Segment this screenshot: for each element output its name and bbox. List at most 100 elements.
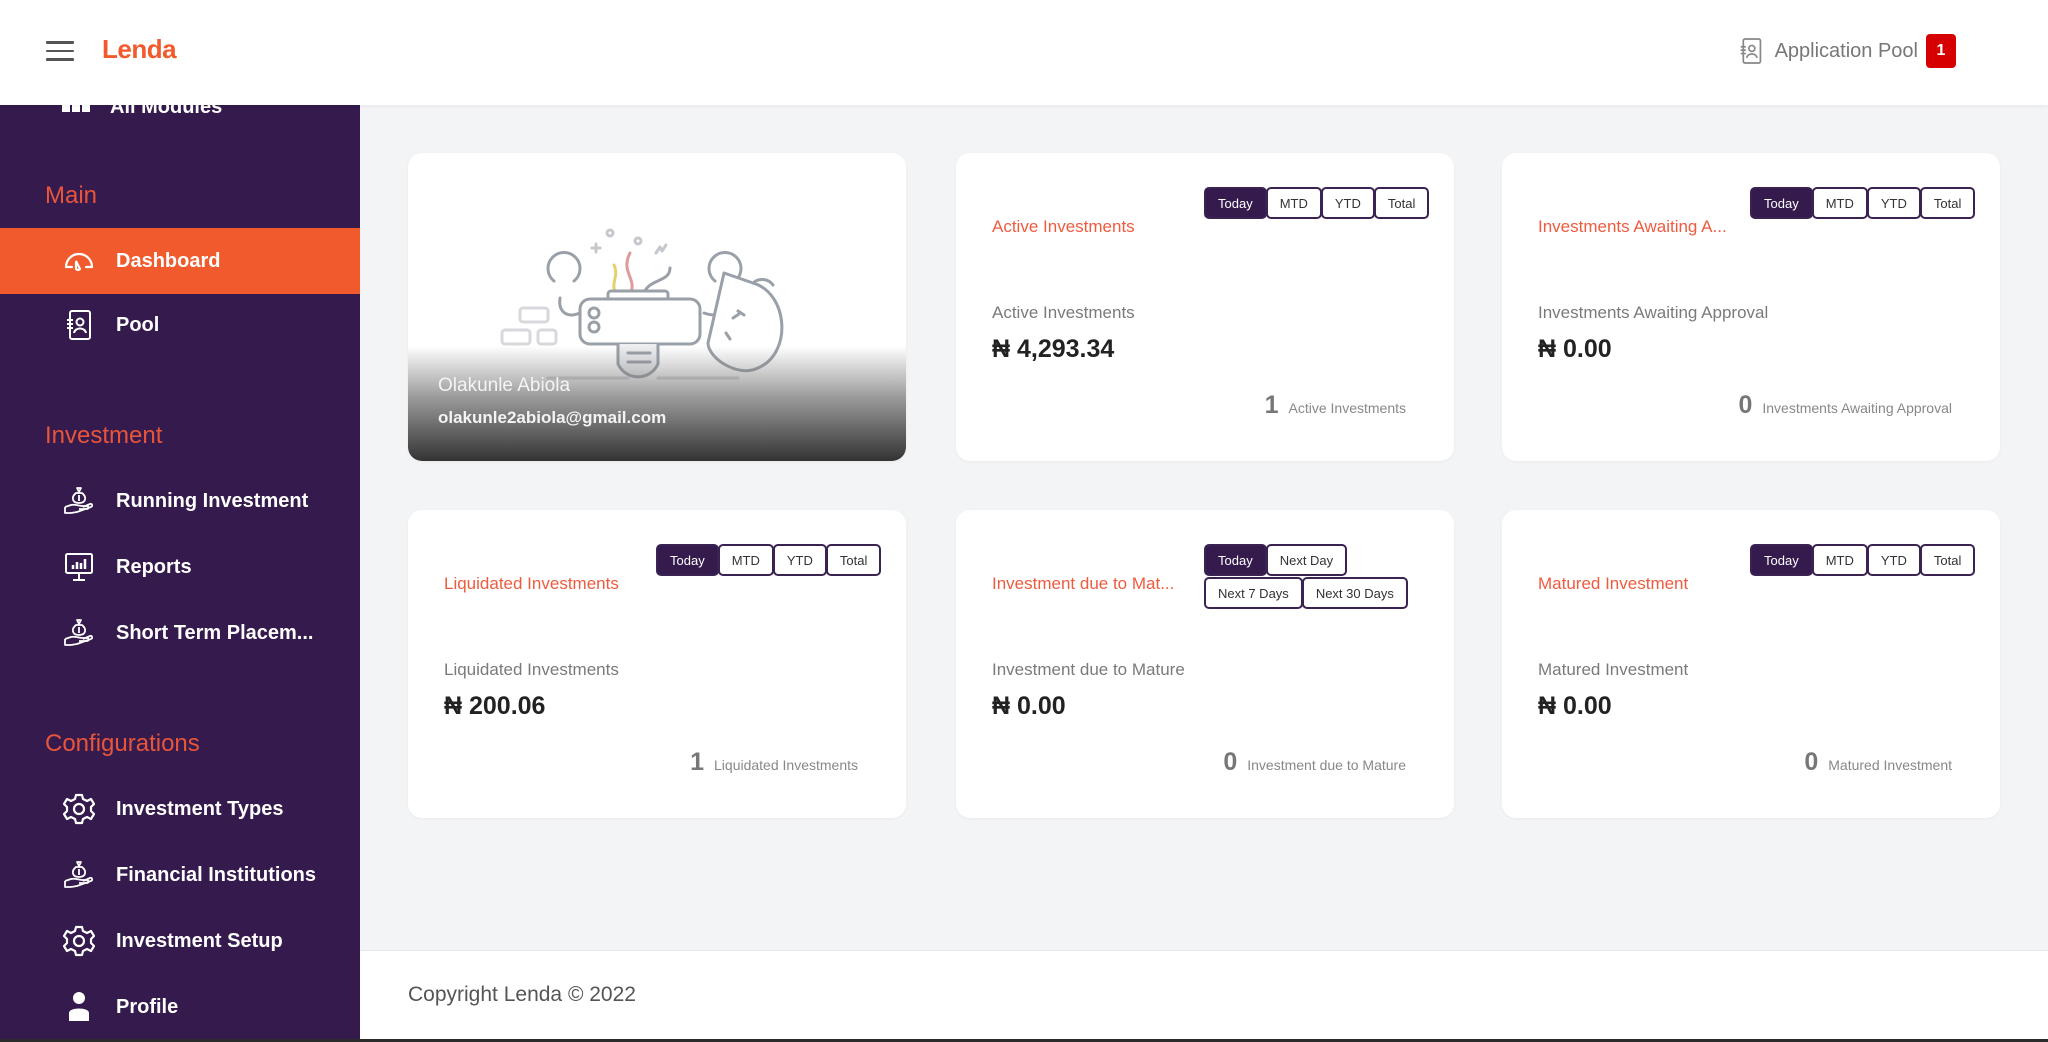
period-mtd-button[interactable]: MTD <box>1811 544 1868 576</box>
count-value: 1 <box>690 748 705 776</box>
user-icon <box>62 990 96 1024</box>
period-ytd-button[interactable]: YTD <box>1866 544 1921 576</box>
period-next-day-button[interactable]: Next Day <box>1265 544 1348 576</box>
sidebar-item-profile[interactable]: Profile <box>0 974 360 1040</box>
gear-icon <box>62 792 96 826</box>
card-amount: ₦ 4,293.34 <box>992 335 1115 363</box>
count-value: 0 <box>1804 748 1819 776</box>
section-title-main: Main <box>45 182 98 209</box>
period-today-button[interactable]: Today <box>1750 544 1813 576</box>
count-label: Active Investments <box>1288 400 1407 416</box>
page-footer: Copyright Lenda © 2022 <box>360 950 2048 1042</box>
sidebar-item-label: Financial Institutions <box>116 863 317 886</box>
sidebar-item-reports[interactable]: Reports <box>0 534 360 600</box>
section-title-configurations: Configurations <box>45 730 200 757</box>
card-amount: ₦ 0.00 <box>1538 335 1612 363</box>
money-bag-hand-icon <box>62 616 96 650</box>
application-pool-button[interactable]: Application Pool 1 <box>1739 34 1956 68</box>
card-amount: ₦ 0.00 <box>1538 692 1612 720</box>
sidebar-item-short-term-placement[interactable]: Short Term Placem... <box>0 600 360 666</box>
copyright-text: Copyright Lenda © 2022 <box>408 983 636 1006</box>
application-pool-label: Application Pool <box>1774 39 1918 62</box>
card-count: 0 Matured Investment <box>1804 748 1952 777</box>
period-total-button[interactable]: Total <box>1919 187 1976 219</box>
card-title: Matured Investment <box>1538 574 1689 593</box>
contact-book-icon <box>62 308 96 342</box>
active-investments-card: Active Investments Today MTD YTD Total A… <box>956 153 1454 461</box>
sidebar-item-label: Investment Types <box>116 797 284 820</box>
gauge-icon <box>62 244 96 278</box>
period-ytd-button[interactable]: YTD <box>772 544 827 576</box>
period-selector: Today Next Day Next 7 Days Next 30 Days <box>1204 544 1444 610</box>
period-mtd-button[interactable]: MTD <box>1811 187 1868 219</box>
gear-icon <box>62 924 96 958</box>
card-title: Investment due to Mat... <box>992 574 1175 593</box>
card-count: 0 Investment due to Mature <box>1223 748 1406 777</box>
period-next-30-days-button[interactable]: Next 30 Days <box>1301 577 1408 609</box>
brand-logo[interactable]: Lenda <box>102 34 177 65</box>
card-title: Active Investments <box>992 217 1135 236</box>
period-total-button[interactable]: Total <box>1919 544 1976 576</box>
top-header: Lenda Application Pool 1 <box>0 0 2048 105</box>
awaiting-approval-card: Investments Awaiting A... Today MTD YTD … <box>1502 153 2000 461</box>
sidebar-item-financial-institutions[interactable]: Financial Institutions <box>0 842 360 908</box>
period-mtd-button[interactable]: MTD <box>1265 187 1322 219</box>
sidebar-item-label: Running Investment <box>116 489 309 512</box>
sidebar-item-dashboard[interactable]: Dashboard <box>0 228 360 294</box>
liquidated-investments-card: Liquidated Investments Today MTD YTD Tot… <box>408 510 906 818</box>
due-to-mature-card: Investment due to Mat... Today Next Day … <box>956 510 1454 818</box>
card-title: Liquidated Investments <box>444 574 619 593</box>
profile-card: Olakunle Abiola olakunle2abiola@gmail.co… <box>408 153 906 461</box>
sidebar-item-pool[interactable]: Pool <box>0 292 360 358</box>
card-count: 1 Active Investments <box>1265 391 1406 420</box>
profile-overlay <box>408 346 906 461</box>
period-selector: Today MTD YTD Total <box>656 544 886 577</box>
card-title: Investments Awaiting A... <box>1538 217 1727 236</box>
monitor-chart-icon <box>62 550 96 584</box>
period-ytd-button[interactable]: YTD <box>1866 187 1921 219</box>
count-label: Investment due to Mature <box>1247 757 1406 773</box>
contact-book-icon <box>1739 37 1763 65</box>
period-total-button[interactable]: Total <box>825 544 882 576</box>
matured-investment-card: Matured Investment Today MTD YTD Total M… <box>1502 510 2000 818</box>
sidebar-item-investment-types[interactable]: Investment Types <box>0 776 360 842</box>
period-ytd-button[interactable]: YTD <box>1320 187 1375 219</box>
application-pool-count-badge: 1 <box>1926 34 1956 68</box>
sidebar-item-label: Reports <box>116 555 192 578</box>
sidebar-item-label: Short Term Placem... <box>116 621 314 644</box>
period-next-7-days-button[interactable]: Next 7 Days <box>1204 577 1303 609</box>
sidebar-item-label: Dashboard <box>116 249 221 272</box>
period-today-button[interactable]: Today <box>656 544 719 576</box>
sidebar-item-label: Profile <box>116 995 179 1018</box>
menu-toggle-icon[interactable] <box>46 41 74 61</box>
profile-email: olakunle2abiola@gmail.com <box>438 408 667 427</box>
profile-name: Olakunle Abiola <box>438 375 571 396</box>
count-label: Matured Investment <box>1828 757 1952 773</box>
card-amount: ₦ 200.06 <box>444 692 546 720</box>
sidebar-item-label: Investment Setup <box>116 929 283 952</box>
period-selector: Today MTD YTD Total <box>1750 544 1980 577</box>
card-sub-label: Matured Investment <box>1538 660 1689 679</box>
card-count: 1 Liquidated Investments <box>690 748 858 777</box>
card-sub-label: Investment due to Mature <box>992 660 1185 679</box>
period-today-button[interactable]: Today <box>1750 187 1813 219</box>
period-mtd-button[interactable]: MTD <box>717 544 774 576</box>
sidebar-item-label: Pool <box>116 313 160 336</box>
card-sub-label: Investments Awaiting Approval <box>1538 303 1769 322</box>
section-title-investment: Investment <box>45 422 163 449</box>
card-count: 0 Investments Awaiting Approval <box>1738 391 1952 420</box>
card-sub-label: Active Investments <box>992 303 1135 322</box>
card-amount: ₦ 0.00 <box>992 692 1066 720</box>
money-bag-hand-icon <box>62 858 96 892</box>
count-value: 1 <box>1264 391 1279 419</box>
count-label: Liquidated Investments <box>714 757 858 773</box>
period-today-button[interactable]: Today <box>1204 187 1267 219</box>
count-value: 0 <box>1738 391 1753 419</box>
period-total-button[interactable]: Total <box>1373 187 1430 219</box>
period-selector: Today MTD YTD Total <box>1750 187 1980 220</box>
period-today-button[interactable]: Today <box>1204 544 1267 576</box>
sidebar-item-investment-setup[interactable]: Investment Setup <box>0 908 360 974</box>
sidebar-item-running-investment[interactable]: Running Investment <box>0 468 360 534</box>
count-label: Investments Awaiting Approval <box>1762 400 1952 416</box>
card-sub-label: Liquidated Investments <box>444 660 619 679</box>
